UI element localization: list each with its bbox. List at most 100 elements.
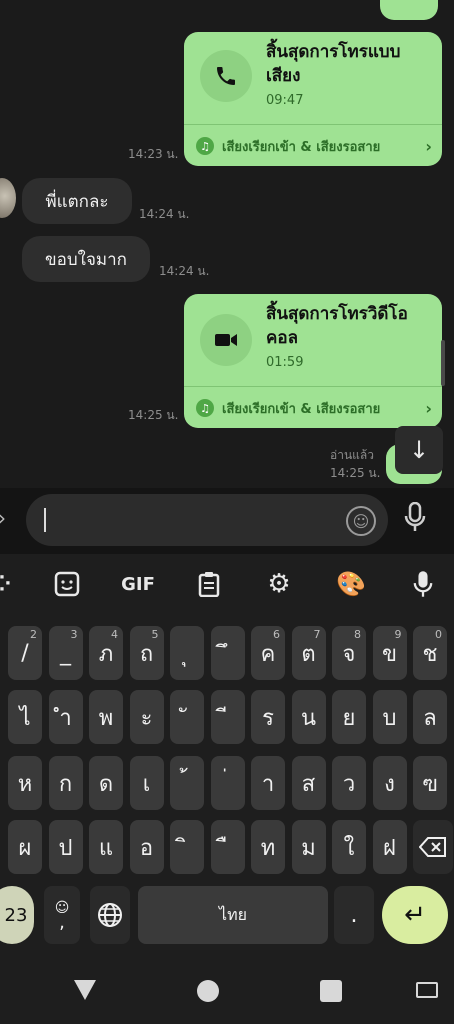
timestamp: 14:24 น. xyxy=(139,207,190,221)
keyboard-key[interactable]: ิ xyxy=(170,820,204,874)
key-label: เ xyxy=(142,771,151,797)
key-label: อ xyxy=(139,835,154,861)
key-label: ง xyxy=(384,771,395,797)
keyboard-key[interactable]: แ xyxy=(89,820,123,874)
incoming-message[interactable]: พี่แตกละ xyxy=(22,178,132,224)
keyboard-key[interactable]: จ8 xyxy=(332,626,366,680)
keyboard-key[interactable]: ั xyxy=(170,690,204,744)
enter-key[interactable]: ↵ xyxy=(382,886,448,944)
key-label: ห xyxy=(17,771,33,797)
emoji-icon[interactable]: ☺ xyxy=(346,506,376,536)
back-triangle-icon[interactable] xyxy=(74,980,96,1000)
keyboard-key[interactable]: ง xyxy=(372,756,407,810)
period-key[interactable]: . xyxy=(334,886,374,944)
key-label: ฃ xyxy=(422,771,438,797)
key-label: ส xyxy=(301,771,316,797)
key-hint: 8 xyxy=(354,628,361,641)
ringtone-label: เสียงเรียกเข้า & เสียงรอสาย xyxy=(222,139,381,155)
apps-grid-icon[interactable]: ⁘ xyxy=(0,566,12,602)
key-hint: 3 xyxy=(70,628,78,641)
keyboard-key[interactable]: ฝ xyxy=(372,820,407,874)
keyboard-key[interactable]: ช0 xyxy=(413,626,447,680)
keyboard-key[interactable]: ไ xyxy=(8,690,42,744)
keyboard-key[interactable]: ะ xyxy=(129,690,164,744)
keyboard-key[interactable]: ก xyxy=(48,756,83,810)
keyboard-key[interactable]: ใ xyxy=(332,820,366,874)
recents-square-icon[interactable] xyxy=(320,980,342,1002)
comma-key[interactable]: ☺ , xyxy=(44,886,80,944)
key-label: ำ xyxy=(59,705,72,731)
message-input[interactable]: ☺ xyxy=(26,494,388,546)
keyboard-key[interactable]: ่ xyxy=(210,756,245,810)
message-composer: › ☺ xyxy=(0,488,454,554)
keyboard-key[interactable]: เ xyxy=(129,756,164,810)
keyboard-key[interactable]: ี xyxy=(210,690,245,744)
key-label: ฝ xyxy=(383,835,396,861)
sticker-icon[interactable] xyxy=(52,566,82,602)
keyboard-key[interactable]: ึ xyxy=(210,626,245,680)
keyboard-key[interactable]: ฃ xyxy=(413,756,447,810)
space-bar[interactable]: ไทย xyxy=(138,886,328,944)
keyboard-key[interactable]: _ 3 xyxy=(48,626,83,680)
keyboard-key[interactable]: ป xyxy=(48,820,83,874)
keyboard-key[interactable]: ถ5 xyxy=(129,626,164,680)
keyboard-key[interactable]: ื xyxy=(210,820,245,874)
keyboard-key[interactable]: ต7 xyxy=(291,626,326,680)
key-label: ล xyxy=(423,705,437,731)
gif-button[interactable]: GIF xyxy=(118,566,158,602)
ringtone-link[interactable]: ♫ เสียงเรียกเข้า & เสียงรอสาย › xyxy=(196,394,432,422)
keyboard-key[interactable]: ม xyxy=(291,820,326,874)
keyboard-key[interactable]: ย xyxy=(332,690,366,744)
keyboard-key[interactable]: ข9 xyxy=(372,626,407,680)
expand-chevron-icon[interactable]: › xyxy=(0,506,6,530)
scroll-down-button[interactable]: ↓ xyxy=(395,426,443,474)
keyboard-key[interactable]: ห xyxy=(8,756,42,810)
microphone-icon[interactable] xyxy=(404,501,426,539)
keyboard-key[interactable]: ร xyxy=(251,690,285,744)
language-globe-key[interactable] xyxy=(90,886,130,944)
video-call-ended-bubble[interactable]: สิ้นสุดการโทรวิดีโอคอล 01:59 ♫ เสียงเรีย… xyxy=(184,294,442,428)
keyboard-switch-icon[interactable] xyxy=(416,982,438,998)
keyboard-key[interactable]: อ xyxy=(129,820,164,874)
voice-input-icon[interactable] xyxy=(408,566,438,602)
key-label: ท xyxy=(260,835,276,861)
keyboard-key[interactable]: ท xyxy=(251,820,285,874)
keyboard-key[interactable]: บ xyxy=(372,690,407,744)
timestamp: 14:25 น. xyxy=(128,408,179,422)
keyboard-key[interactable]: ำ xyxy=(48,690,83,744)
text-cursor xyxy=(44,508,46,532)
backspace-key[interactable] xyxy=(413,820,453,874)
keyboard-key[interactable]: ว xyxy=(332,756,366,810)
key-label: ย xyxy=(342,705,356,731)
avatar[interactable] xyxy=(0,178,16,218)
key-label: ไ xyxy=(19,705,31,731)
numbers-key[interactable]: 23 xyxy=(0,886,34,944)
theme-palette-icon[interactable]: 🎨 xyxy=(336,566,366,602)
keyboard-key[interactable]: พ xyxy=(89,690,123,744)
keyboard-key[interactable]: ้ xyxy=(170,756,204,810)
keyboard-key[interactable]: ค6 xyxy=(251,626,285,680)
keyboard-key[interactable]: ล xyxy=(413,690,447,744)
key-hint: 0 xyxy=(435,628,442,641)
phone-icon xyxy=(200,50,252,102)
keyboard-key[interactable]: ภ4 xyxy=(89,626,123,680)
ringtone-link[interactable]: ♫ เสียงเรียกเข้า & เสียงรอสาย › xyxy=(196,132,432,160)
home-circle-icon[interactable] xyxy=(197,980,219,1002)
keyboard-key[interactable]: /2 xyxy=(8,626,42,680)
key-label: ผ xyxy=(18,835,32,861)
keyboard-key[interactable]: ุ xyxy=(170,626,204,680)
voice-call-ended-bubble[interactable]: สิ้นสุดการโทรแบบเสียง 09:47 ♫ เสียงเรียก… xyxy=(184,32,442,166)
keyboard-key[interactable]: น xyxy=(291,690,326,744)
scrollbar[interactable] xyxy=(441,340,445,386)
key-label: _ xyxy=(60,640,71,666)
keyboard-key[interactable]: ส xyxy=(291,756,326,810)
ringtone-label: เสียงเรียกเข้า & เสียงรอสาย xyxy=(222,401,381,417)
keyboard-key[interactable]: ผ xyxy=(8,820,42,874)
key-label: บ xyxy=(382,705,397,731)
clipboard-icon[interactable] xyxy=(194,566,224,602)
incoming-message[interactable]: ขอบใจมาก xyxy=(22,236,150,282)
arrow-down-icon: ↓ xyxy=(408,436,430,464)
keyboard-key[interactable]: ด xyxy=(89,756,123,810)
settings-gear-icon[interactable]: ⚙ xyxy=(264,566,294,602)
keyboard-key[interactable]: า xyxy=(251,756,285,810)
